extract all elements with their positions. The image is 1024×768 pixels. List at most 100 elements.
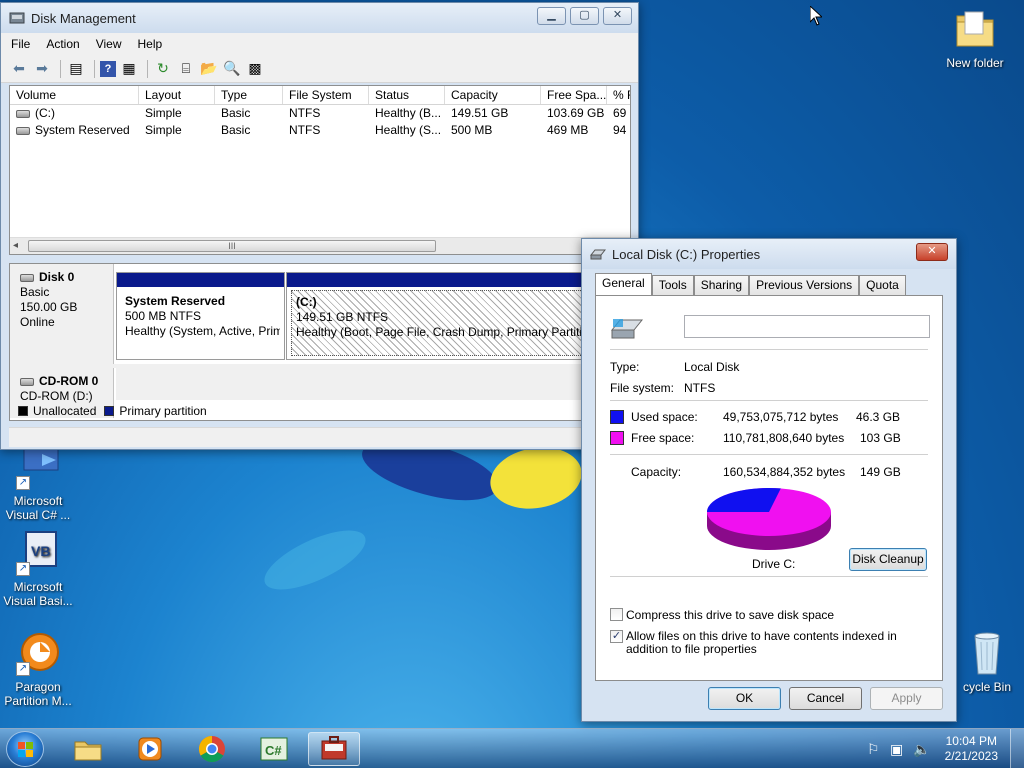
disk-management-titlebar[interactable]: Disk Management ▁ ▢ ✕ [1, 3, 638, 33]
general-tab-page: Type: Local Disk File system: NTFS Used … [595, 295, 943, 681]
drive-icon [16, 109, 30, 118]
volume-list-header: Volume Layout Type File System Status Ca… [10, 86, 630, 105]
volume-icon[interactable]: 🔈 [913, 741, 930, 758]
index-checkbox[interactable]: ✓ [610, 630, 623, 643]
column-percent-free[interactable]: % F [607, 86, 630, 104]
compress-label: Compress this drive to save disk space [626, 608, 835, 622]
minimize-button[interactable]: ▁ [537, 7, 566, 25]
shortcut-arrow-icon: ↗ [16, 562, 30, 576]
column-layout[interactable]: Layout [139, 86, 215, 104]
large-drive-icon [610, 316, 644, 345]
used-space-label: Used space: [631, 410, 698, 424]
help-icon[interactable]: ? [100, 60, 116, 77]
mouse-pointer-icon [810, 6, 822, 26]
disk-cleanup-button[interactable]: Disk Cleanup [849, 548, 927, 571]
column-status[interactable]: Status [369, 86, 445, 104]
properties-icon[interactable]: ▦ [119, 59, 139, 79]
maximize-button[interactable]: ▢ [570, 7, 599, 25]
forward-icon[interactable]: ➡ [32, 59, 52, 79]
taskbar-chrome[interactable] [186, 732, 238, 766]
cell-file-system: NTFS [289, 106, 321, 120]
cell-percent-free: 69 [613, 106, 627, 120]
cell-volume: (C:) [35, 106, 55, 120]
drive-label: Drive C: [752, 557, 796, 571]
open-folder-icon[interactable]: 📂 [199, 59, 219, 79]
tab-sharing[interactable]: Sharing [693, 275, 750, 295]
close-button[interactable]: ✕ [603, 7, 632, 25]
apply-button[interactable]: Apply [870, 687, 943, 710]
close-button[interactable]: ✕ [916, 243, 948, 261]
horizontal-scrollbar[interactable]: ◂ III [10, 237, 630, 254]
volume-label-input[interactable] [684, 315, 930, 338]
desktop-icon-visual-basic[interactable]: VB ↗ Microsoft Visual Basi... [0, 530, 76, 608]
settings-icon[interactable]: ▩ [245, 59, 265, 79]
partition-system-reserved[interactable]: System Reserved 500 MB NTFS Healthy (Sys… [116, 272, 285, 360]
start-button[interactable] [6, 731, 44, 767]
cell-layout: Simple [145, 106, 182, 120]
divider [610, 349, 928, 350]
column-capacity[interactable]: Capacity [445, 86, 541, 104]
desktop-icon-visual-csharp[interactable]: ↗ Microsoft Visual C# ... [0, 444, 76, 522]
divider [610, 454, 928, 455]
cancel-button[interactable]: Cancel [789, 687, 862, 710]
taskbar-disk-management[interactable] [308, 732, 360, 766]
cell-free-space: 469 MB [547, 123, 589, 137]
desktop-icon-label: Microsoft Visual Basi... [3, 580, 73, 608]
tab-previous-versions[interactable]: Previous Versions [749, 275, 860, 295]
menu-action[interactable]: Action [46, 37, 79, 51]
disk-0-label[interactable]: Disk 0 Basic 150.00 GB Online [10, 264, 114, 364]
desktop-icon-label: cycle Bin [962, 680, 1012, 694]
disk-icon [20, 273, 34, 282]
toolbar-separator [94, 59, 95, 78]
clock-time: 10:04 PM [945, 734, 997, 748]
partition-status: Healthy (Boot, Page File, Crash Dump, Pr… [296, 325, 583, 339]
capacity-label: Capacity: [631, 465, 682, 479]
system-clock[interactable]: 10:04 PM 2/21/2023 [945, 734, 998, 764]
show-desktop-button[interactable] [1010, 729, 1024, 768]
cell-layout: Simple [145, 123, 182, 137]
network-icon[interactable]: ▣ [890, 741, 903, 758]
column-file-system[interactable]: File System [283, 86, 369, 104]
rescan-disks-icon[interactable]: ⌸ [176, 59, 196, 79]
menu-file[interactable]: File [11, 37, 30, 51]
column-volume[interactable]: Volume [10, 86, 139, 104]
table-row[interactable]: (C:) Simple Basic NTFS Healthy (B... 149… [10, 105, 630, 122]
table-row[interactable]: System Reserved Simple Basic NTFS Health… [10, 122, 630, 139]
taskbar-visual-csharp[interactable]: C# [248, 732, 300, 766]
column-free-space[interactable]: Free Spa... [541, 86, 607, 104]
tab-general[interactable]: General [595, 273, 652, 295]
ok-button[interactable]: OK [708, 687, 781, 710]
tab-quota[interactable]: Quota [859, 275, 906, 295]
desktop-icon-paragon[interactable]: ↗ Paragon Partition M... [0, 630, 76, 708]
menu-view[interactable]: View [96, 37, 122, 51]
cell-percent-free: 94 [613, 123, 627, 137]
desktop-icon-new-folder[interactable]: New folder [937, 6, 1013, 70]
menu-help[interactable]: Help [138, 37, 163, 51]
column-type[interactable]: Type [215, 86, 283, 104]
back-icon[interactable]: ⬅ [9, 59, 29, 79]
desktop-icon-recycle-bin[interactable]: cycle Bin [950, 630, 1024, 694]
partition-bar [287, 273, 582, 287]
show-hide-console-tree-icon[interactable]: ▤ [66, 59, 86, 79]
legend: Unallocated Primary partition [16, 404, 207, 418]
tab-tools[interactable]: Tools [651, 275, 694, 295]
properties-titlebar[interactable]: Local Disk (C:) Properties ✕ [582, 239, 956, 269]
search-icon[interactable]: 🔍 [222, 59, 242, 79]
action-center-icon[interactable]: ⚐ [867, 741, 880, 758]
refresh-icon[interactable]: ↻ [153, 59, 173, 79]
legend-primary: Primary partition [119, 404, 207, 418]
wallpaper-streak [256, 518, 374, 602]
taskbar-media-player[interactable] [124, 732, 176, 766]
taskbar-explorer[interactable] [62, 732, 114, 766]
scrollbar-thumb[interactable]: III [28, 240, 436, 252]
cell-volume: System Reserved [35, 123, 130, 137]
recycle-bin-icon [963, 630, 1011, 678]
partition-size: 500 MB NTFS [125, 309, 202, 323]
svg-text:C#: C# [265, 743, 282, 758]
compress-checkbox[interactable] [610, 608, 623, 621]
disk-0-name: Disk 0 [39, 270, 75, 284]
cell-capacity: 500 MB [451, 123, 493, 137]
media-player-icon [138, 737, 162, 761]
partition-c[interactable]: (C:) 149.51 GB NTFS Healthy (Boot, Page … [286, 272, 583, 360]
scroll-left-icon[interactable]: ◂ [13, 240, 18, 251]
